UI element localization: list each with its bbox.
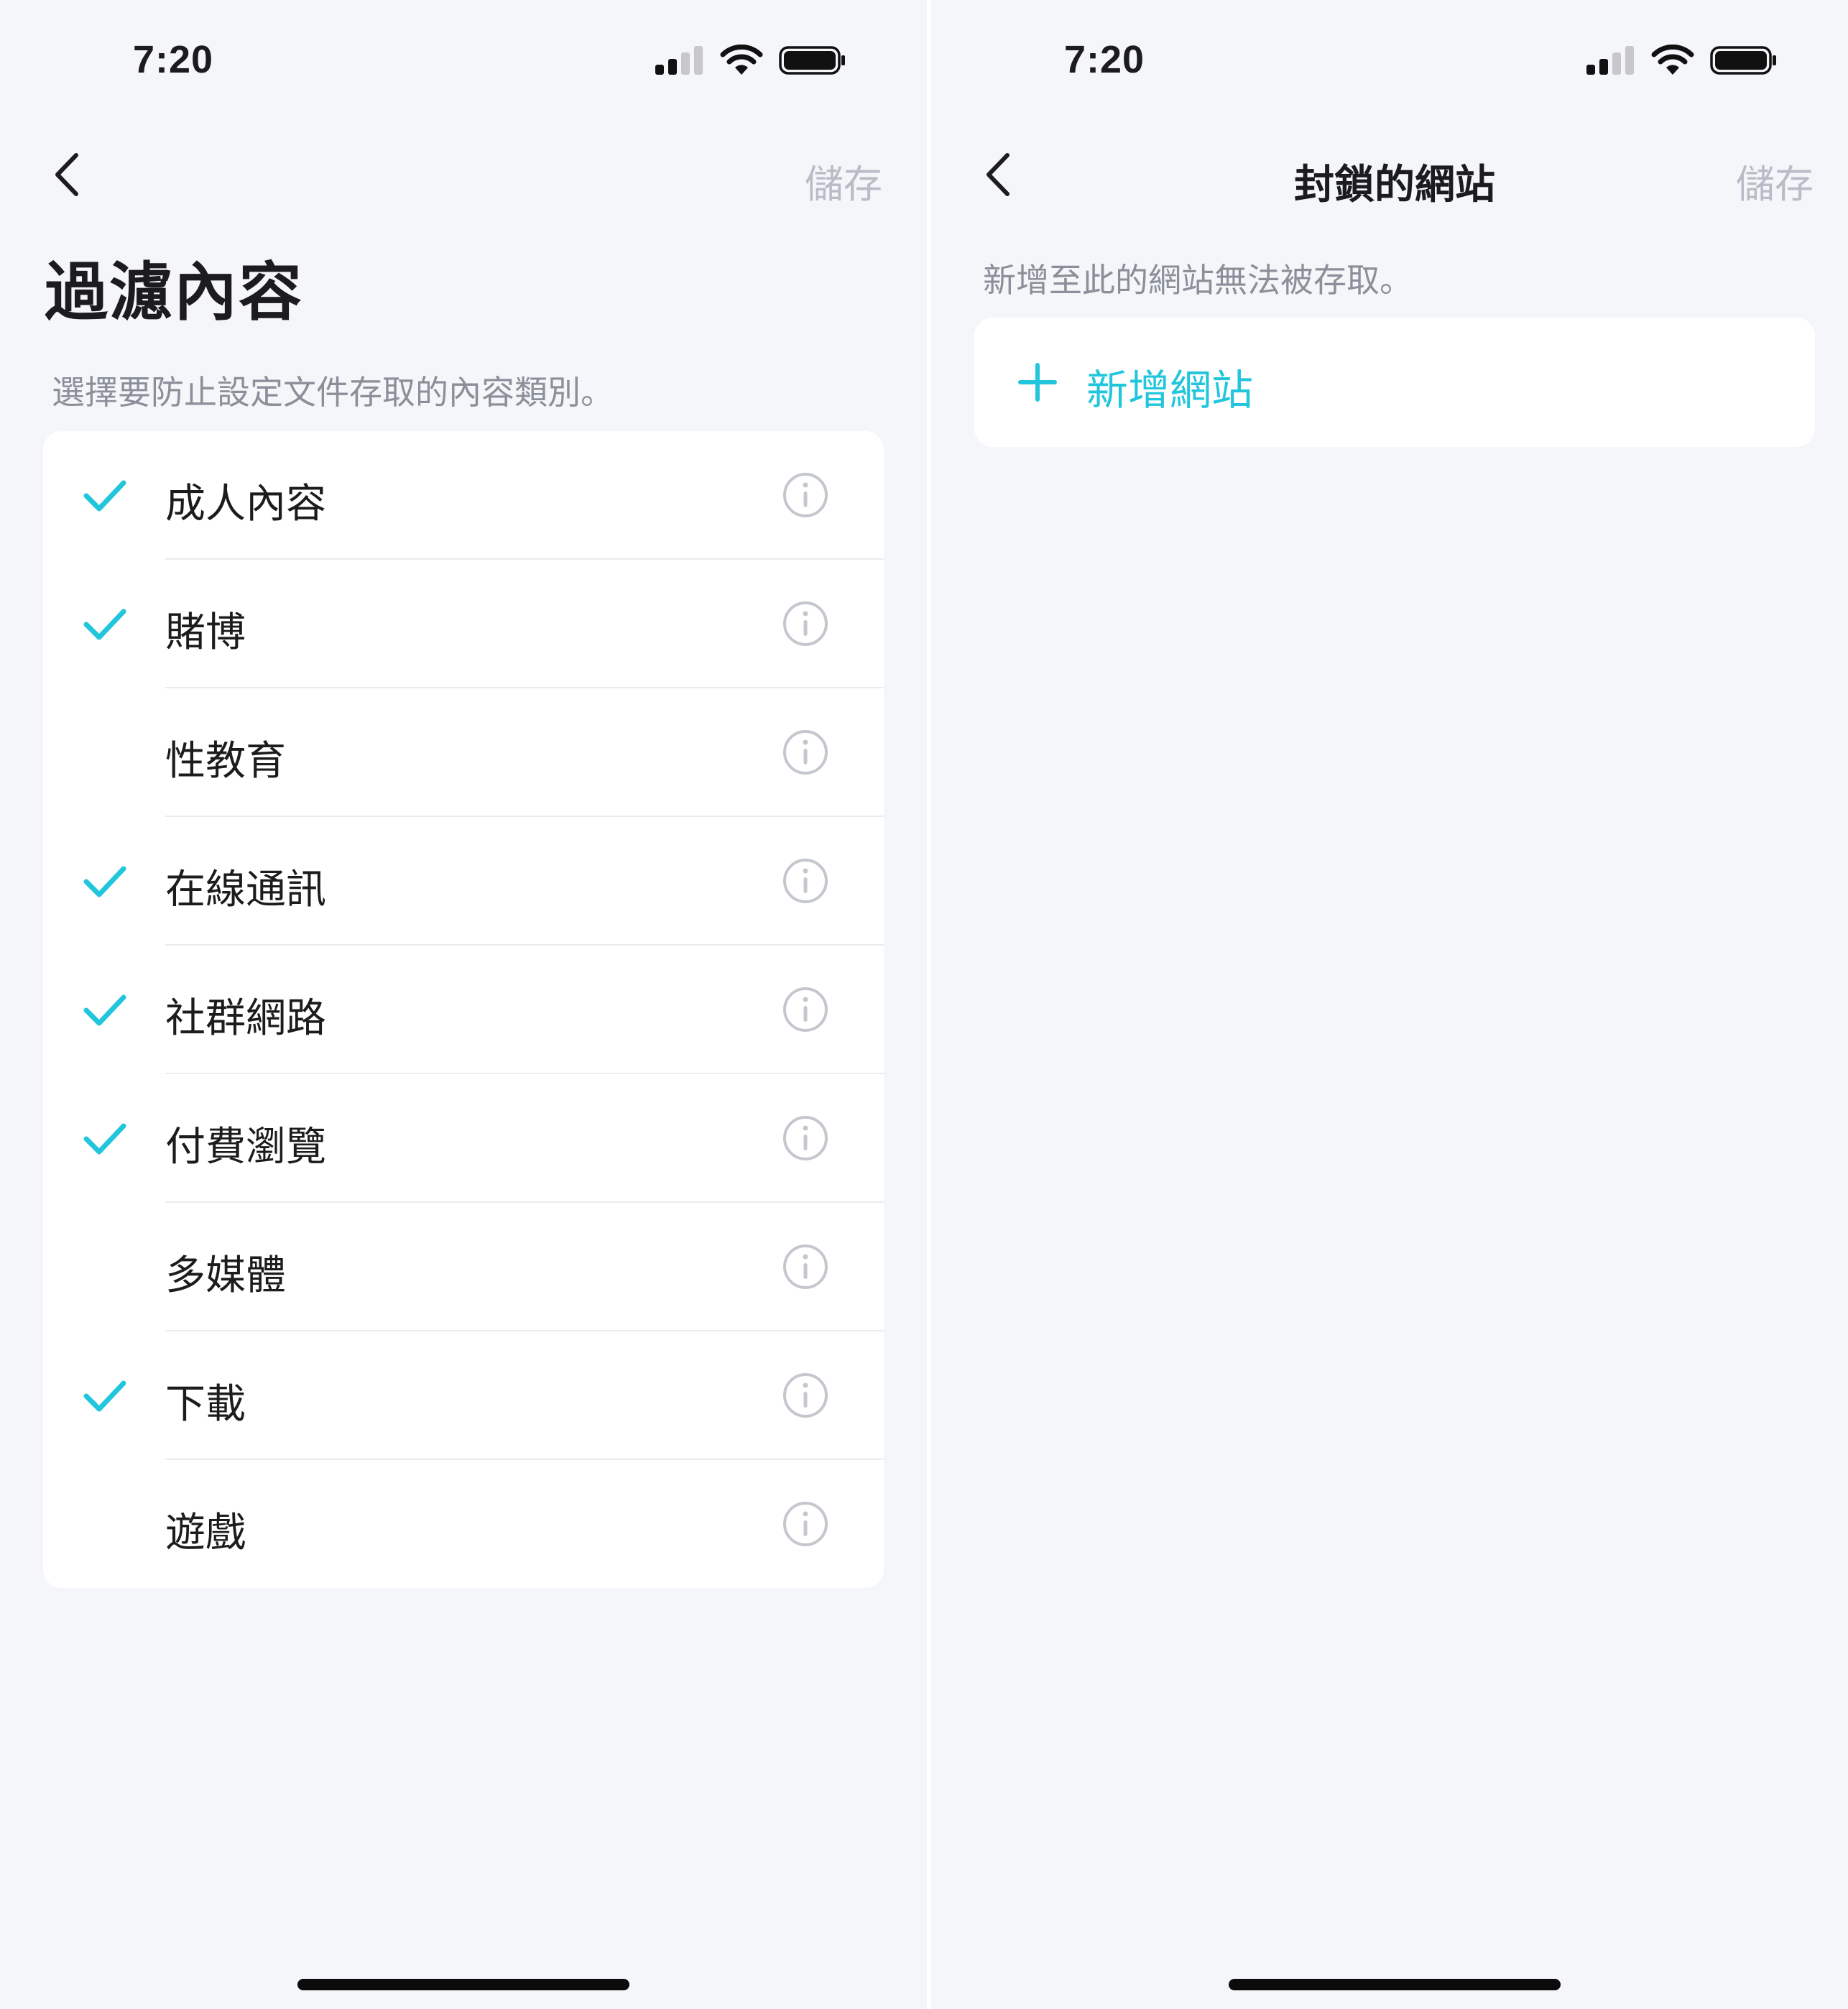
wifi-icon <box>1651 45 1694 75</box>
category-item-adult[interactable]: 成人內容 <box>43 431 884 560</box>
screenshot-stage: 7:20 儲存 過濾內容 選擇要防止設定文件存取的內容類別。 成人內容 賭博 性… <box>0 0 1848 2009</box>
category-item-social-network[interactable]: 社群網路 <box>43 946 884 1074</box>
nav-title: 封鎖的網站 <box>1294 162 1495 208</box>
back-button[interactable] <box>45 149 95 200</box>
status-icons <box>1586 45 1778 76</box>
home-indicator[interactable] <box>1229 1979 1561 1990</box>
category-item-games[interactable]: 遊戲 <box>43 1460 884 1588</box>
info-circle-icon[interactable] <box>782 471 829 519</box>
checkmark-icon <box>83 609 126 640</box>
category-label: 遊戲 <box>165 1510 246 1556</box>
add-website-button[interactable]: 新增網站 <box>974 318 1815 447</box>
checkmark-icon <box>83 1380 126 1412</box>
category-item-gambling[interactable]: 賭博 <box>43 560 884 688</box>
battery-icon <box>1710 46 1776 75</box>
category-label: 成人內容 <box>165 481 326 527</box>
category-label: 賭博 <box>165 609 246 656</box>
category-label: 在線通訊 <box>165 867 326 913</box>
add-website-label: 新增網站 <box>1086 366 1254 415</box>
content-category-list: 成人內容 賭博 性教育 在線通訊 社群網路 付費瀏覽 多媒體 下載 遊戲 <box>43 431 884 1588</box>
info-circle-icon[interactable] <box>782 729 829 776</box>
cellular-signal-icon <box>655 46 703 75</box>
wifi-icon <box>720 45 763 75</box>
checkmark-icon <box>83 480 126 512</box>
nav-bar: 儲存 <box>0 137 927 216</box>
info-circle-icon[interactable] <box>782 1243 829 1290</box>
nav-bar: 封鎖的網站 儲存 <box>931 137 1848 216</box>
save-button[interactable]: 儲存 <box>1736 152 1814 209</box>
category-label: 多媒體 <box>165 1252 286 1299</box>
save-button[interactable]: 儲存 <box>805 152 882 209</box>
page-title: 過濾內容 <box>45 255 304 329</box>
info-circle-icon[interactable] <box>782 600 829 647</box>
status-time: 7:20 <box>1064 38 1145 81</box>
blocked-websites-screen: 7:20 封鎖的網站 儲存 新增至此的網站無法被存取。 新增網站 <box>931 0 1848 2009</box>
info-circle-icon[interactable] <box>782 986 829 1033</box>
info-circle-icon[interactable] <box>782 857 829 905</box>
status-time: 7:20 <box>133 38 214 81</box>
checkmark-icon <box>83 1123 126 1155</box>
category-item-pay-to-surf[interactable]: 付費瀏覽 <box>43 1074 884 1203</box>
checkmark-icon <box>83 866 126 897</box>
home-indicator[interactable] <box>297 1979 629 1990</box>
plus-icon <box>1018 363 1057 402</box>
page-description: 選擇要防止設定文件存取的內容類別。 <box>52 373 614 412</box>
category-label: 下載 <box>165 1381 246 1428</box>
status-icons <box>655 45 846 76</box>
category-item-downloads[interactable]: 下載 <box>43 1331 884 1460</box>
battery-icon <box>779 46 845 75</box>
category-label: 性教育 <box>165 738 286 785</box>
info-circle-icon[interactable] <box>782 1114 829 1162</box>
checkmark-icon <box>83 994 126 1026</box>
info-circle-icon[interactable] <box>782 1372 829 1419</box>
filter-content-screen: 7:20 儲存 過濾內容 選擇要防止設定文件存取的內容類別。 成人內容 賭博 性… <box>0 0 927 2009</box>
info-circle-icon[interactable] <box>782 1500 829 1548</box>
category-label: 付費瀏覽 <box>165 1124 326 1170</box>
page-description: 新增至此的網站無法被存取。 <box>983 261 1413 300</box>
category-item-media[interactable]: 多媒體 <box>43 1203 884 1331</box>
category-item-online-communication[interactable]: 在線通訊 <box>43 817 884 946</box>
category-item-sex-education[interactable]: 性教育 <box>43 688 884 817</box>
cellular-signal-icon <box>1586 46 1634 75</box>
category-label: 社群網路 <box>165 995 326 1042</box>
